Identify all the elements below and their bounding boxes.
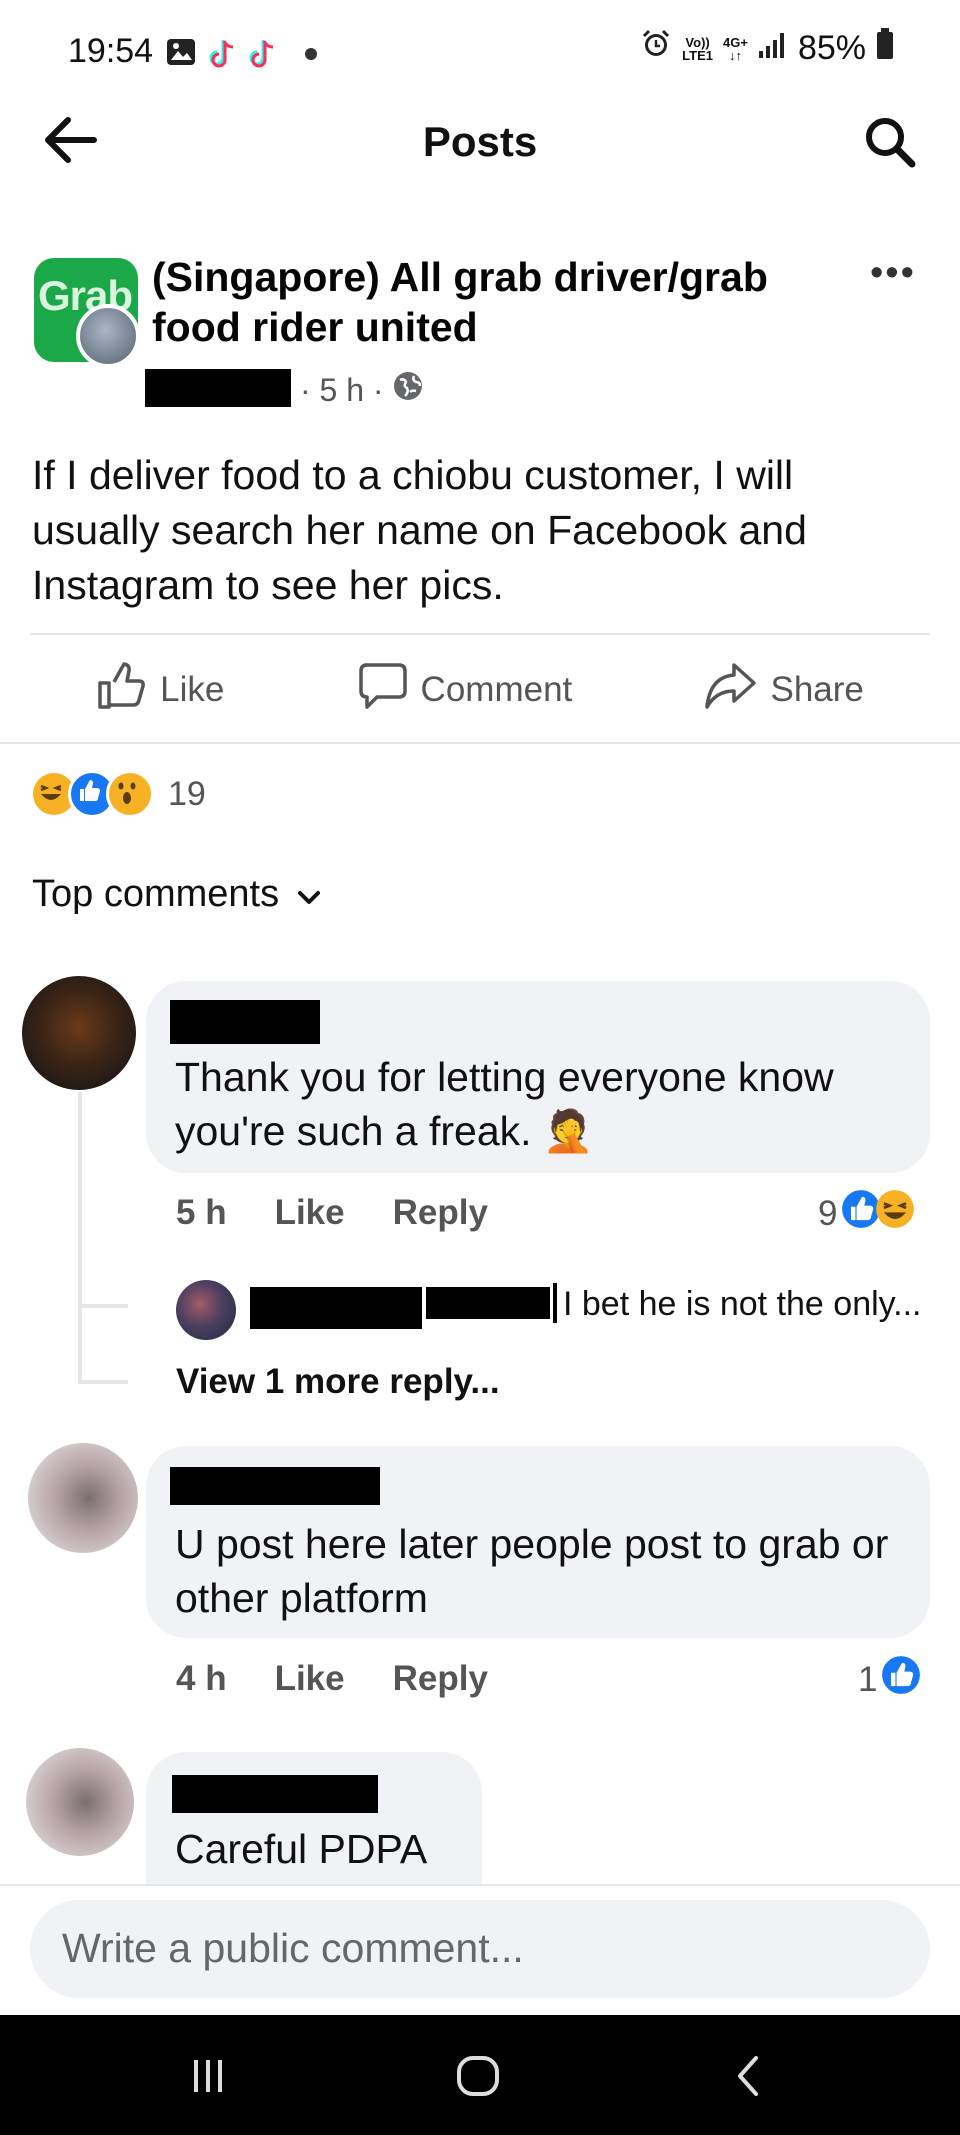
group-name[interactable]: (Singapore) All grab driver/grab food ri…	[152, 252, 832, 352]
volte-indicator: Vo)) LTE1	[682, 36, 713, 62]
comment-like-button[interactable]: Like	[275, 1193, 345, 1233]
share-label: Share	[770, 670, 864, 709]
like-button[interactable]: Like	[96, 661, 224, 720]
chevron-down-icon	[297, 873, 321, 916]
sort-label: Top comments	[32, 873, 280, 915]
search-icon[interactable]	[862, 114, 918, 175]
commenter-avatar[interactable]	[26, 1748, 134, 1856]
comment-reactions[interactable]: 9	[818, 1189, 915, 1238]
tiktok-notification-icon-2	[246, 38, 276, 75]
back-nav-icon[interactable]	[732, 2052, 762, 2105]
commenter-name-redacted[interactable]	[170, 1467, 380, 1505]
replier-name-redacted[interactable]	[250, 1287, 422, 1329]
post-time: · 5 h ·	[300, 371, 384, 408]
text-cursor-bar	[553, 1283, 557, 1323]
commenter-name-redacted[interactable]	[170, 1000, 320, 1044]
comment-reactions[interactable]: 1	[858, 1655, 921, 1704]
recent-apps-icon[interactable]	[188, 2056, 228, 2101]
commenter-avatar[interactable]	[28, 1443, 138, 1553]
like-thumb-icon	[96, 661, 146, 720]
comment-text: Thank you for letting everyone know you'…	[175, 1054, 834, 1154]
comment-like-button[interactable]: Like	[275, 1659, 345, 1699]
network-gen-indicator: 4G+ ↓↑	[723, 34, 748, 63]
public-globe-icon	[392, 370, 424, 410]
commenter-name-redacted[interactable]	[172, 1775, 378, 1813]
post-body: If I deliver food to a chiobu customer, …	[32, 452, 807, 608]
page-title: Posts	[422, 118, 538, 165]
comment-reply-button[interactable]: Reply	[393, 1193, 488, 1233]
comment-button[interactable]: Comment	[357, 661, 573, 720]
replier-avatar[interactable]	[176, 1280, 236, 1340]
tagged-name-redacted[interactable]	[426, 1287, 550, 1319]
divider	[0, 742, 960, 744]
author-name-redacted[interactable]	[145, 369, 291, 407]
post-meta: · 5 h ·	[300, 370, 424, 410]
share-button[interactable]: Share	[704, 661, 864, 720]
battery-percent: 85%	[797, 29, 866, 67]
author-avatar[interactable]	[76, 304, 140, 368]
status-right: Vo)) LTE1 4G+ ↓↑ 85%	[640, 28, 894, 69]
comment-label: Comment	[420, 670, 573, 709]
status-time: 19:54	[68, 32, 154, 70]
wow-reaction-icon	[106, 770, 154, 818]
comment-reply-button[interactable]: Reply	[393, 1659, 488, 1699]
comment-time: 5 h	[176, 1193, 227, 1232]
comment-text: U post here later people post to grab or…	[175, 1521, 889, 1621]
comment-actions: 5 h Like Reply	[176, 1193, 488, 1233]
comment-input-placeholder[interactable]: Write a public comment...	[62, 1925, 524, 1972]
tiktok-notification-icon	[206, 38, 236, 75]
reply-thread-line	[78, 1092, 82, 1384]
like-label: Like	[160, 670, 225, 709]
comment-time: 4 h	[176, 1659, 227, 1698]
more-options-icon[interactable]: •••	[870, 254, 916, 292]
reply-thread-branch	[78, 1304, 128, 1308]
like-reaction-icon	[881, 1655, 921, 1704]
post-action-bar: Like Comment Share	[30, 640, 930, 740]
view-more-replies-link[interactable]: View 1 more reply...	[176, 1362, 500, 1402]
network-gen-label: 4G+	[723, 34, 748, 50]
divider	[30, 633, 930, 635]
reply-thread-branch	[78, 1380, 128, 1384]
commenter-avatar[interactable]	[22, 976, 136, 1090]
reaction-summary[interactable]: 19	[30, 770, 206, 818]
reaction-count: 19	[168, 774, 206, 813]
share-arrow-icon	[704, 661, 757, 720]
comment-actions: 4 h Like Reply	[176, 1659, 488, 1699]
home-icon[interactable]	[455, 2053, 501, 2104]
more-notifications-dot	[305, 48, 317, 60]
lte-label: LTE1	[682, 47, 713, 63]
alarm-icon	[640, 28, 672, 69]
comment-reaction-count: 1	[858, 1659, 878, 1699]
volte-label: Vo))	[685, 34, 710, 50]
gallery-notification-icon	[166, 38, 196, 71]
comment-bubble-icon	[357, 661, 407, 720]
comment-text: Careful PDPA	[175, 1826, 428, 1872]
comment-sort-dropdown[interactable]: Top comments	[32, 873, 321, 916]
comment-reaction-count: 9	[818, 1193, 838, 1233]
signal-icon	[758, 29, 788, 68]
haha-reaction-icon	[875, 1189, 915, 1238]
battery-icon	[876, 28, 894, 69]
reply-preview-text[interactable]: I bet he is not the only...	[563, 1285, 921, 1324]
